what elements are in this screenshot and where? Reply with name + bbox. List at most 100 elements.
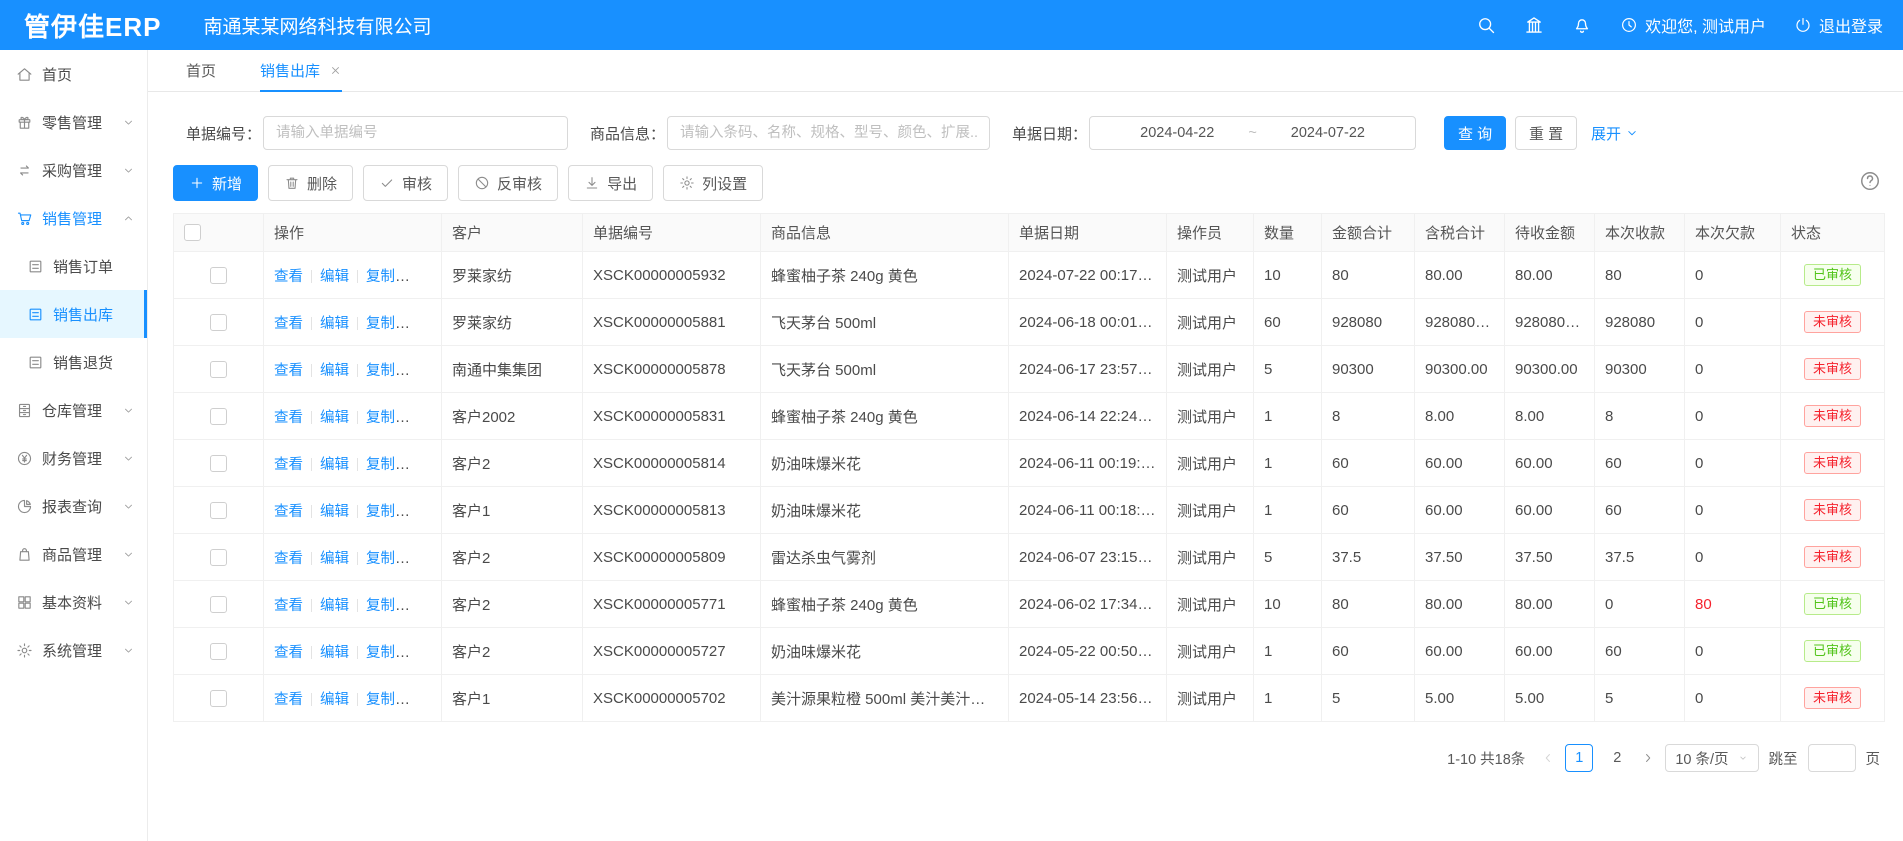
org-icon[interactable]	[1524, 15, 1544, 35]
date-range-picker[interactable]: 2024-04-22 ~ 2024-07-22	[1089, 116, 1416, 150]
row-action-copy[interactable]: 复制	[366, 268, 410, 285]
page-number-2[interactable]: 2	[1603, 744, 1631, 772]
page-jump-input[interactable]	[1808, 744, 1856, 772]
row-action-copy[interactable]: 复制	[366, 550, 410, 567]
audit-button[interactable]: 审核	[363, 165, 448, 201]
sidebar-item-purchase[interactable]: 采购管理	[0, 146, 147, 194]
row-action-edit[interactable]: 编辑	[320, 598, 349, 614]
sidebar-item-goods[interactable]: 商品管理	[0, 530, 147, 578]
sidebar-item-retail[interactable]: 零售管理	[0, 98, 147, 146]
row-action-copy[interactable]: 复制	[366, 597, 410, 614]
row-action-view[interactable]: 查看	[274, 692, 303, 708]
select-all-checkbox[interactable]	[184, 224, 201, 241]
cell-operator: 测试用户	[1167, 675, 1254, 722]
cell-customer: 客户2002	[442, 393, 583, 440]
product-input[interactable]	[667, 116, 990, 150]
row-action-view[interactable]: 查看	[274, 598, 303, 614]
row-action-edit[interactable]: 编辑	[320, 692, 349, 708]
row-action-delete[interactable]: 删除	[412, 316, 441, 332]
tab-sales-outbound[interactable]: 销售出库	[260, 50, 342, 91]
welcome-user[interactable]: 欢迎您, 测试用户	[1620, 13, 1766, 37]
row-checkbox[interactable]	[210, 267, 227, 284]
sidebar-item-home[interactable]: 首页	[0, 50, 147, 98]
question-icon[interactable]	[1859, 170, 1881, 192]
date-start[interactable]: 2024-04-22	[1140, 125, 1214, 141]
sidebar-item-sales-return[interactable]: 销售退货	[0, 338, 147, 386]
row-action-delete[interactable]: 删除	[412, 645, 441, 661]
row-checkbox[interactable]	[210, 643, 227, 660]
page-number-1[interactable]: 1	[1565, 744, 1593, 772]
expand-filters-link[interactable]: 展开	[1591, 123, 1639, 144]
row-action-view[interactable]: 查看	[274, 316, 303, 332]
row-checkbox[interactable]	[210, 314, 227, 331]
row-action-delete[interactable]: 删除	[412, 457, 441, 473]
row-action-view[interactable]: 查看	[274, 645, 303, 661]
delete-button[interactable]: 删除	[268, 165, 353, 201]
row-action-copy[interactable]: 复制	[366, 644, 410, 661]
sidebar-item-sales[interactable]: 销售管理	[0, 194, 147, 242]
row-checkbox[interactable]	[210, 408, 227, 425]
logout-button[interactable]: 退出登录	[1794, 13, 1883, 37]
add-button[interactable]: 新增	[173, 165, 258, 201]
row-action-view[interactable]: 查看	[274, 363, 303, 379]
row-action-copy[interactable]: 复制	[366, 315, 410, 332]
row-action-delete[interactable]: 删除	[412, 363, 441, 379]
row-action-copy[interactable]: 复制	[366, 691, 410, 708]
unaudit-button[interactable]: 反审核	[458, 165, 558, 201]
sidebar-item-warehouse[interactable]: 仓库管理	[0, 386, 147, 434]
row-action-edit[interactable]: 编辑	[320, 645, 349, 661]
sidebar-item-finance[interactable]: 财务管理	[0, 434, 147, 482]
sidebar-item-sales-order[interactable]: 销售订单	[0, 242, 147, 290]
row-action-delete[interactable]: 删除	[412, 551, 441, 567]
row-action-view[interactable]: 查看	[274, 410, 303, 426]
row-action-view[interactable]: 查看	[274, 269, 303, 285]
row-checkbox[interactable]	[210, 690, 227, 707]
sidebar-item-report[interactable]: 报表查询	[0, 482, 147, 530]
page-unit-label: 页	[1866, 748, 1881, 769]
row-action-copy[interactable]: 复制	[366, 456, 410, 473]
row-action-edit[interactable]: 编辑	[320, 457, 349, 473]
bell-icon[interactable]	[1572, 15, 1592, 35]
sidebar-item-system[interactable]: 系统管理	[0, 626, 147, 674]
sidebar-item-sales-outbound[interactable]: 销售出库	[0, 290, 147, 338]
row-action-delete[interactable]: 删除	[412, 598, 441, 614]
row-action-copy[interactable]: 复制	[366, 362, 410, 379]
row-action-copy[interactable]: 复制	[366, 409, 410, 426]
right-icon[interactable]	[1641, 751, 1655, 765]
row-checkbox[interactable]	[210, 502, 227, 519]
chevron-down-icon	[1625, 126, 1639, 140]
close-icon[interactable]	[329, 64, 342, 77]
cell-customer: 客户2	[442, 628, 583, 675]
row-action-delete[interactable]: 删除	[412, 692, 441, 708]
row-action-copy[interactable]: 复制	[366, 503, 410, 520]
row-checkbox[interactable]	[210, 455, 227, 472]
left-icon[interactable]	[1541, 751, 1555, 765]
export-button[interactable]: 导出	[568, 165, 653, 201]
app-logo: 管伊佳ERP	[24, 7, 161, 44]
row-action-edit[interactable]: 编辑	[320, 410, 349, 426]
search-icon[interactable]	[1476, 15, 1496, 35]
column-settings-button[interactable]: 列设置	[663, 165, 763, 201]
query-button[interactable]: 查 询	[1444, 116, 1506, 150]
date-end[interactable]: 2024-07-22	[1291, 125, 1365, 141]
row-action-delete[interactable]: 删除	[412, 410, 441, 426]
page-size-select[interactable]: 10 条/页	[1665, 744, 1758, 772]
row-action-edit[interactable]: 编辑	[320, 363, 349, 379]
row-action-delete[interactable]: 删除	[412, 269, 441, 285]
row-action-edit[interactable]: 编辑	[320, 316, 349, 332]
reset-button[interactable]: 重 置	[1515, 116, 1577, 150]
row-action-edit[interactable]: 编辑	[320, 504, 349, 520]
tab-home[interactable]: 首页	[186, 50, 216, 91]
row-action-edit[interactable]: 编辑	[320, 269, 349, 285]
row-checkbox[interactable]	[210, 596, 227, 613]
row-action-view[interactable]: 查看	[274, 551, 303, 567]
row-action-delete[interactable]: 删除	[412, 504, 441, 520]
row-checkbox[interactable]	[210, 361, 227, 378]
action-separator	[311, 505, 312, 518]
row-action-view[interactable]: 查看	[274, 457, 303, 473]
row-checkbox[interactable]	[210, 549, 227, 566]
row-action-edit[interactable]: 编辑	[320, 551, 349, 567]
sidebar-item-basic[interactable]: 基本资料	[0, 578, 147, 626]
doc-no-input[interactable]	[263, 116, 568, 150]
row-action-view[interactable]: 查看	[274, 504, 303, 520]
